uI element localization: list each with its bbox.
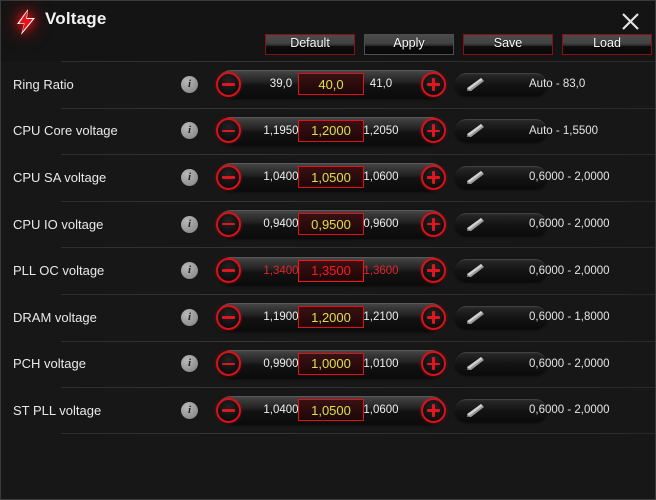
setting-label: DRAM voltage [13, 309, 97, 325]
next-value: 0,9600 [363, 218, 399, 231]
value-stepper: 0,9900 1,0000 1,0100 [216, 349, 446, 378]
close-icon[interactable] [617, 8, 643, 34]
page-title: Voltage [45, 9, 107, 28]
apply-button[interactable]: Apply [364, 34, 454, 55]
info-icon[interactable]: i [181, 75, 198, 93]
setting-row: ST PLL voltage i 1,0400 1,0500 1,0600 0,… [1, 387, 655, 434]
range-text: 0,6000 - 2,0000 [529, 404, 610, 417]
range-text: 0,6000 - 2,0000 [529, 264, 610, 277]
load-button[interactable]: Load [562, 34, 652, 55]
setting-label: CPU IO voltage [13, 216, 104, 232]
value-stepper: 1,1950 1,2000 1,2050 [216, 116, 446, 145]
minus-icon[interactable] [216, 164, 241, 190]
info-icon[interactable]: i [181, 122, 198, 140]
plus-icon[interactable] [421, 71, 446, 97]
plus-icon[interactable] [421, 304, 446, 330]
next-value: 1,2050 [363, 124, 399, 137]
voltage-window: Voltage Default Apply Save Load Ring Rat… [0, 0, 656, 500]
toolbar-buttons: Default Apply Save Load [265, 34, 652, 55]
plus-icon[interactable] [421, 211, 446, 237]
plus-icon[interactable] [421, 397, 446, 423]
value-stepper: 39,0 40,0 41,0 [216, 70, 446, 99]
plus-icon[interactable] [421, 258, 446, 284]
value-stepper: 1,0400 1,0500 1,0600 [216, 396, 446, 425]
setting-label: ST PLL voltage [13, 402, 102, 418]
plus-icon[interactable] [421, 351, 446, 377]
info-icon[interactable]: i [181, 401, 198, 419]
setting-label: CPU Core voltage [13, 123, 118, 139]
minus-icon[interactable] [216, 71, 241, 97]
save-button[interactable]: Save [463, 34, 553, 55]
range-text: 0,6000 - 2,0000 [529, 357, 610, 370]
setting-row: CPU IO voltage i 0,9400 0,9500 0,9600 0,… [1, 200, 655, 248]
setting-label: Ring Ratio [13, 76, 74, 92]
plus-icon[interactable] [421, 118, 446, 144]
setting-label: CPU SA voltage [13, 169, 107, 185]
setting-label: PLL OC voltage [13, 263, 105, 279]
minus-icon[interactable] [216, 118, 241, 144]
range-text: Auto - 83,0 [529, 78, 586, 91]
info-icon[interactable]: i [181, 308, 198, 326]
title-bar: Voltage Default Apply Save Load [1, 1, 655, 61]
voltage-settings-list: Ring Ratio i 39,0 40,0 41,0 Auto - 83,0 … [1, 61, 655, 499]
next-value: 1,3600 [363, 264, 399, 277]
minus-icon[interactable] [216, 351, 241, 377]
setting-row: CPU SA voltage i 1,0400 1,0500 1,0600 0,… [1, 154, 655, 201]
plus-icon[interactable] [421, 164, 446, 190]
next-value: 41,0 [369, 78, 393, 91]
next-value: 1,0600 [363, 404, 399, 417]
info-icon[interactable]: i [181, 215, 198, 233]
minus-icon[interactable] [216, 304, 241, 330]
setting-row: PCH voltage i 0,9900 1,0000 1,0100 0,600… [1, 340, 655, 388]
lightning-bolt-icon [12, 8, 40, 36]
info-icon[interactable]: i [181, 355, 198, 373]
range-text: 0,6000 - 2,0000 [529, 218, 610, 231]
default-button[interactable]: Default [265, 34, 355, 55]
value-stepper: 0,9400 0,9500 0,9600 [216, 210, 446, 239]
minus-icon[interactable] [216, 397, 241, 423]
info-icon[interactable]: i [181, 262, 198, 280]
range-text: Auto - 1,5500 [529, 124, 599, 137]
value-stepper: 1,1900 1,2000 1,2100 [216, 303, 446, 332]
setting-row: DRAM voltage i 1,1900 1,2000 1,2100 0,60… [1, 293, 655, 341]
next-value: 1,0600 [363, 171, 399, 184]
minus-icon[interactable] [216, 211, 241, 237]
range-text: 0,6000 - 1,8000 [529, 311, 610, 324]
value-stepper: 1,0400 1,0500 1,0600 [216, 163, 446, 192]
value-stepper: 1,3400 1,3500 1,3600 [216, 256, 446, 285]
info-icon[interactable]: i [181, 168, 198, 186]
setting-row: Ring Ratio i 39,0 40,0 41,0 Auto - 83,0 [1, 61, 655, 108]
setting-label: PCH voltage [13, 356, 86, 372]
minus-icon[interactable] [216, 258, 241, 284]
setting-row: CPU Core voltage i 1,1950 1,2000 1,2050 … [1, 107, 655, 155]
setting-row: PLL OC voltage i 1,3400 1,3500 1,3600 0,… [1, 247, 655, 294]
next-value: 1,0100 [363, 357, 399, 370]
range-text: 0,6000 - 2,0000 [529, 171, 610, 184]
next-value: 1,2100 [363, 311, 399, 324]
